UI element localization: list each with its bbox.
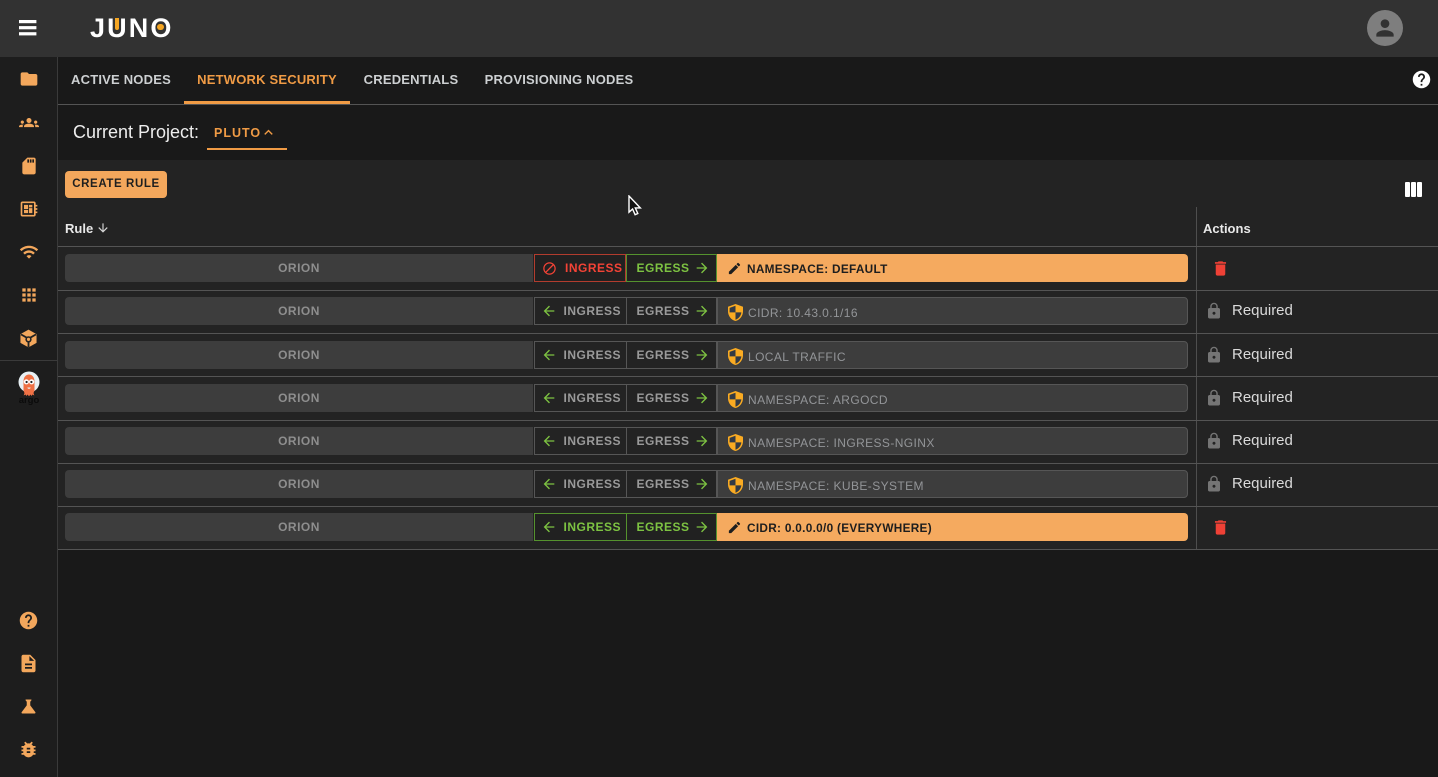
svg-text:argo: argo (18, 395, 39, 405)
